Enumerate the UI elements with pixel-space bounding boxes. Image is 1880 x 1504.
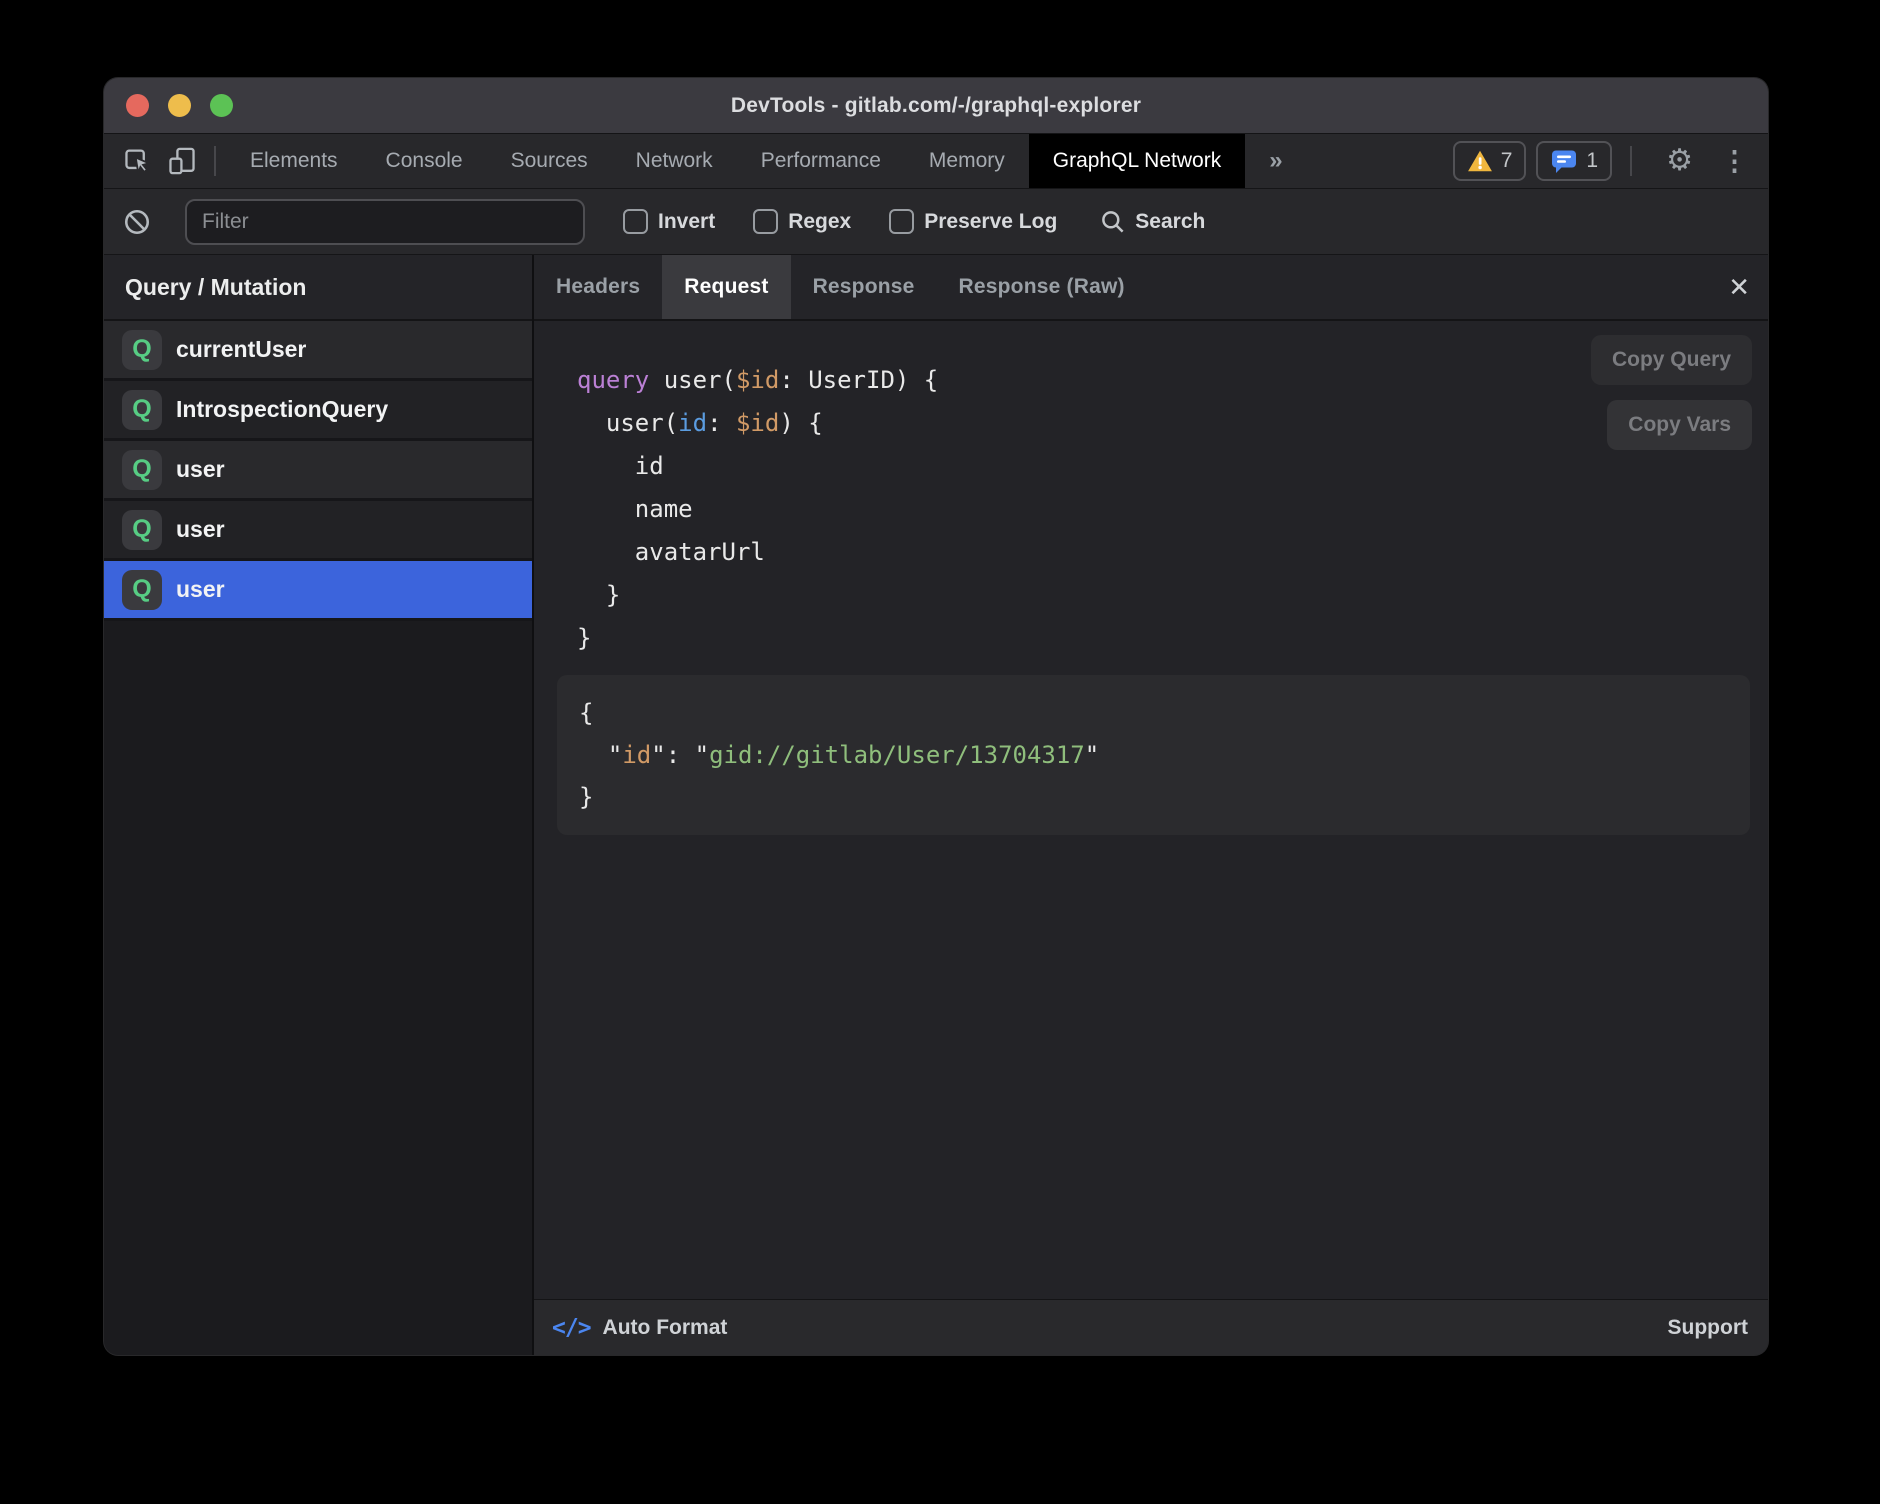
query-name: user: [176, 456, 225, 483]
toggle-device-toolbar-button[interactable]: [160, 134, 204, 188]
more-options-icon[interactable]: ⋮: [1721, 148, 1748, 175]
detail-panel: HeadersRequestResponseResponse (Raw) ✕ q…: [534, 255, 1768, 1355]
code-line: {: [579, 692, 1750, 734]
panel-tab-headers[interactable]: Headers: [534, 255, 662, 319]
query-name: user: [176, 516, 225, 543]
message-bubble-icon: [1550, 148, 1578, 174]
tool-tab-console[interactable]: Console: [362, 134, 487, 188]
search-label: Search: [1135, 210, 1205, 234]
toolbar-right-cluster: 7 1 ⚙ ⋮: [1453, 134, 1754, 188]
code-line: }: [577, 574, 1768, 617]
invert-checkbox[interactable]: [623, 209, 648, 234]
query-sidebar: Query / Mutation QcurrentUserQIntrospect…: [104, 255, 534, 1355]
toolbar-divider: [214, 146, 216, 176]
warnings-badge[interactable]: 7: [1453, 141, 1527, 181]
query-list-item[interactable]: Quser: [104, 441, 532, 501]
issues-badge[interactable]: 1: [1536, 141, 1612, 181]
query-type-badge: Q: [122, 390, 162, 430]
toggle-invert[interactable]: Invert: [623, 209, 715, 234]
inspect-element-button[interactable]: [116, 134, 160, 188]
clear-log-button[interactable]: [115, 208, 159, 236]
traffic-lights: [126, 78, 233, 133]
toolbar-divider: [1630, 146, 1632, 176]
code-line: name: [577, 488, 1768, 531]
sidebar-header: Query / Mutation: [104, 255, 532, 321]
zoom-window-button[interactable]: [210, 94, 233, 117]
detail-tab-strip: HeadersRequestResponseResponse (Raw) ✕: [534, 255, 1768, 321]
tool-tab-memory[interactable]: Memory: [905, 134, 1029, 188]
warning-icon: [1467, 149, 1493, 173]
query-list-item[interactable]: Quser: [104, 561, 532, 621]
regex-label: Regex: [788, 210, 851, 234]
code-icon: </>: [552, 1315, 591, 1341]
graphql-query-code: query user($id: UserID) { user(id: $id) …: [534, 321, 1768, 660]
tool-tab-sources[interactable]: Sources: [487, 134, 612, 188]
network-filter-bar: Invert Regex Preserve Log Search: [104, 189, 1768, 255]
query-list-item[interactable]: Q IntrospectionQuery: [104, 381, 532, 441]
code-line: user(id: $id) {: [577, 402, 1768, 445]
code-line: query user($id: UserID) {: [577, 359, 1768, 402]
main-area: Query / Mutation QcurrentUserQIntrospect…: [104, 255, 1768, 1355]
query-name: IntrospectionQuery: [176, 396, 388, 423]
minimize-window-button[interactable]: [168, 94, 191, 117]
code-line: }: [577, 617, 1768, 660]
filter-input[interactable]: [185, 199, 585, 245]
panel-tab-request[interactable]: Request: [662, 255, 790, 319]
tool-tab-performance[interactable]: Performance: [737, 134, 905, 188]
devtools-tab-strip: ElementsConsoleSourcesNetworkPerformance…: [226, 134, 1245, 188]
request-content: query user($id: UserID) { user(id: $id) …: [534, 321, 1768, 1299]
toggle-regex[interactable]: Regex: [753, 209, 851, 234]
query-list-item[interactable]: QcurrentUser: [104, 321, 532, 381]
devtools-window: DevTools - gitlab.com/-/graphql-explorer…: [104, 78, 1768, 1355]
query-list: QcurrentUserQIntrospectionQueryQuserQuse…: [104, 321, 532, 621]
query-list-item[interactable]: Quser: [104, 501, 532, 561]
close-icon[interactable]: ✕: [1728, 274, 1750, 300]
close-window-button[interactable]: [126, 94, 149, 117]
panel-footer: </> Auto Format Support: [534, 1299, 1768, 1355]
inspect-cursor-icon: [123, 146, 153, 176]
window-titlebar[interactable]: DevTools - gitlab.com/-/graphql-explorer: [104, 78, 1768, 134]
support-link[interactable]: Support: [1668, 1316, 1748, 1340]
warnings-count: 7: [1501, 149, 1513, 173]
auto-format-button[interactable]: Auto Format: [603, 1316, 728, 1340]
settings-gear-icon[interactable]: ⚙: [1666, 146, 1693, 176]
invert-label: Invert: [658, 210, 715, 234]
panel-tab-response-raw[interactable]: Response (Raw): [937, 255, 1147, 319]
code-line: avatarUrl: [577, 531, 1768, 574]
query-type-badge: Q: [122, 570, 162, 610]
preserve-log-label: Preserve Log: [924, 210, 1057, 234]
query-type-badge: Q: [122, 450, 162, 490]
devtools-toolbar: ElementsConsoleSourcesNetworkPerformance…: [104, 134, 1768, 189]
code-line: }: [579, 776, 1750, 818]
regex-checkbox[interactable]: [753, 209, 778, 234]
block-icon: [123, 208, 151, 236]
code-line: "id": "gid://gitlab/User/13704317": [579, 734, 1750, 776]
tool-tab-elements[interactable]: Elements: [226, 134, 362, 188]
device-toolbar-icon: [167, 146, 197, 176]
search-button[interactable]: Search: [1099, 208, 1205, 235]
toggle-preserve-log[interactable]: Preserve Log: [889, 209, 1057, 234]
search-icon: [1099, 208, 1126, 235]
window-title: DevTools - gitlab.com/-/graphql-explorer: [731, 94, 1141, 118]
code-line: id: [577, 445, 1768, 488]
query-type-badge: Q: [122, 510, 162, 550]
copy-vars-button[interactable]: Copy Vars: [1607, 400, 1752, 450]
more-tabs-button[interactable]: »: [1245, 134, 1306, 188]
graphql-variables-box: { "id": "gid://gitlab/User/13704317"}: [557, 675, 1750, 835]
issues-count: 1: [1586, 149, 1598, 173]
panel-tab-response[interactable]: Response: [791, 255, 937, 319]
query-name: currentUser: [176, 336, 306, 363]
query-type-badge: Q: [122, 330, 162, 370]
filter-toggles: Invert Regex Preserve Log: [585, 209, 1057, 234]
query-name: user: [176, 576, 225, 603]
tool-tab-graphql-network[interactable]: GraphQL Network: [1029, 134, 1245, 188]
copy-query-button[interactable]: Copy Query: [1591, 335, 1752, 385]
tool-tab-network[interactable]: Network: [612, 134, 737, 188]
preserve-log-checkbox[interactable]: [889, 209, 914, 234]
